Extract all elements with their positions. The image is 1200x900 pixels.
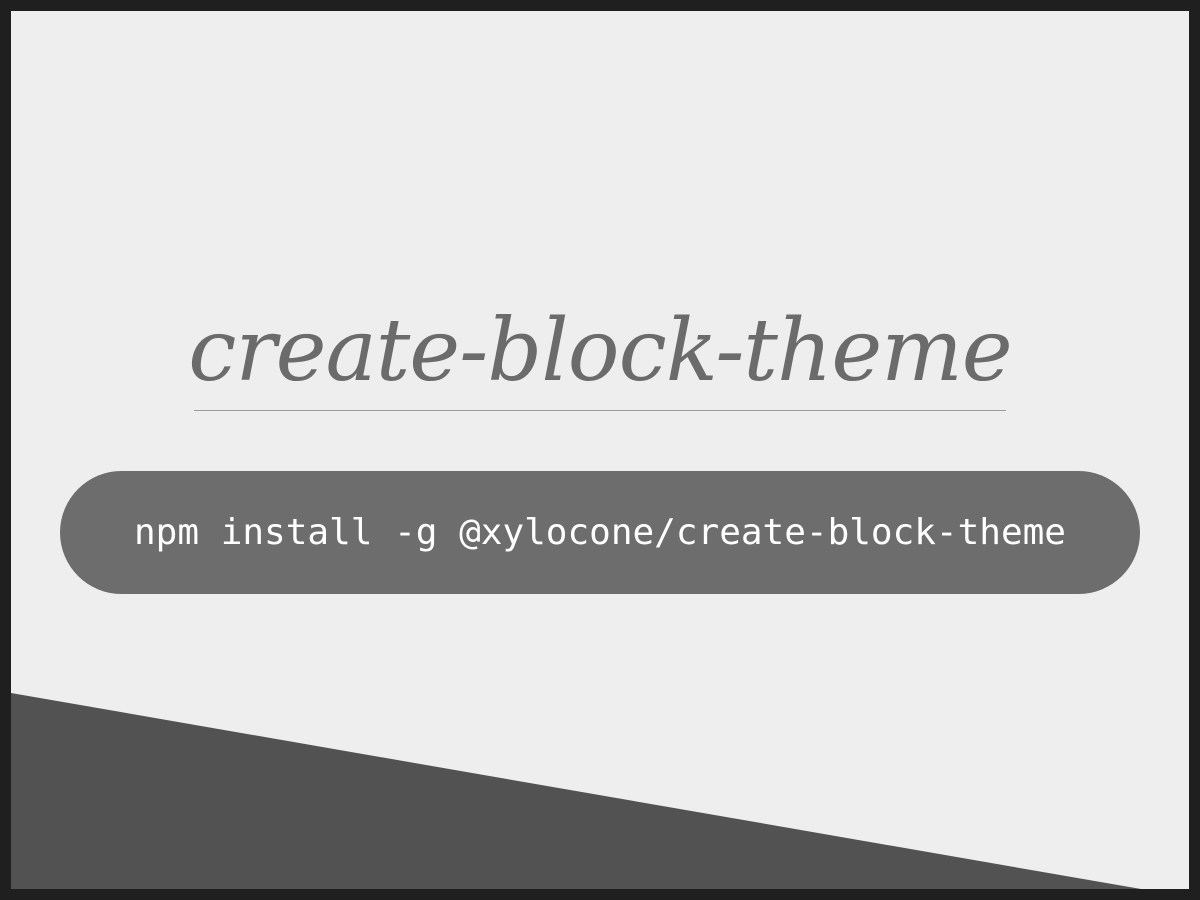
- install-command-pill[interactable]: npm install -g @xylocone/create-block-th…: [60, 471, 1140, 594]
- diagonal-corner-shape: [11, 693, 1141, 889]
- install-command-text[interactable]: npm install -g @xylocone/create-block-th…: [134, 512, 1066, 553]
- project-title: create-block-theme: [188, 301, 1012, 401]
- title-divider: [194, 410, 1006, 411]
- banner-canvas: create-block-theme npm install -g @xyloc…: [11, 11, 1189, 889]
